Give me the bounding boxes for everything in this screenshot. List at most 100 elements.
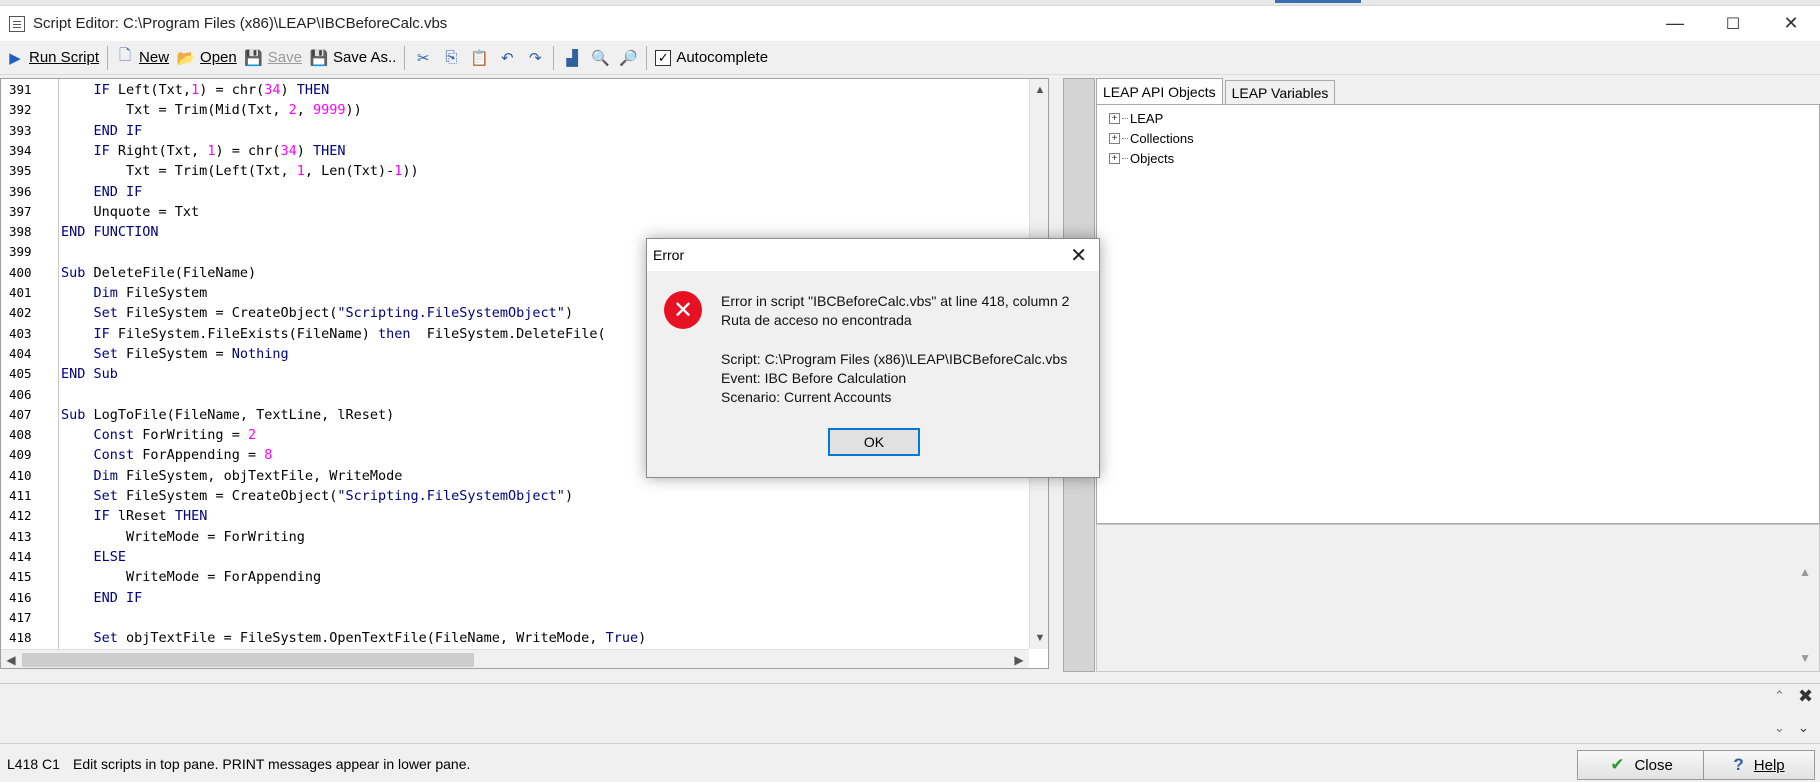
horizontal-scrollbar[interactable]: ◀ ▶	[1, 649, 1029, 668]
code-line[interactable]: ELSE	[61, 547, 127, 567]
tree-connector	[1122, 157, 1128, 159]
scroll-right-icon[interactable]: ▶	[1009, 650, 1029, 668]
replace-icon[interactable]: 🔎	[616, 46, 640, 70]
tree-connector	[1122, 137, 1128, 139]
open-folder-icon: 📂	[176, 49, 196, 67]
code-line[interactable]: Set FileSystem = CreateObject("Scripting…	[61, 486, 574, 506]
help-button[interactable]: ? Help	[1703, 750, 1815, 780]
error-message-line: Error in script "IBCBeforeCalc.vbs" at l…	[721, 293, 1070, 309]
code-line[interactable]: Set FileSystem = Nothing	[61, 344, 289, 364]
code-line[interactable]: Sub LogToFile(FileName, TextLine, lReset…	[61, 405, 394, 425]
code-line[interactable]: Const ForAppending = 8	[61, 445, 273, 465]
code-line[interactable]: IF Left(Txt,1) = chr(34) THEN	[61, 80, 330, 100]
ok-button[interactable]: OK	[828, 428, 920, 456]
run-script-button[interactable]: ▶ Run Script	[2, 44, 103, 72]
autocomplete-toggle[interactable]: ✓ Autocomplete	[651, 44, 772, 72]
find-icon[interactable]: 🔍	[588, 46, 612, 70]
save-disk-icon: 💾	[244, 49, 264, 67]
code-line[interactable]: Dim FileSystem	[61, 283, 208, 303]
code-line[interactable]: END FUNCTION	[61, 222, 159, 242]
line-number: 396	[9, 183, 32, 199]
undo-icon[interactable]: ↶	[495, 46, 519, 70]
dialog-title-bar: Error ✕	[647, 239, 1099, 271]
code-line[interactable]: IF FileSystem.FileExists(FileName) then …	[61, 324, 606, 344]
code-line[interactable]: Set objTextFile = FileSystem.OpenTextFil…	[61, 628, 647, 648]
dialog-close-icon[interactable]: ✕	[1070, 243, 1087, 268]
background-highlight	[1275, 0, 1361, 3]
help-button-label: Help	[1753, 756, 1785, 774]
save-as-disk-icon: 💾	[309, 49, 329, 67]
code-line[interactable]: Txt = Trim(Left(Txt, 1, Len(Txt)-1))	[61, 161, 419, 181]
line-number: 418	[9, 630, 32, 646]
toolbar-separator	[107, 45, 109, 70]
save-button[interactable]: 💾 Save	[241, 44, 306, 72]
paste-icon[interactable]: 📋	[467, 46, 491, 70]
cut-icon[interactable]: ✂	[411, 46, 435, 70]
scroll-down-icon[interactable]: ⌄	[1774, 720, 1785, 736]
error-message-detail: Ruta de acceso no encontrada	[721, 312, 912, 328]
line-number: 412	[9, 508, 32, 524]
line-number: 410	[9, 467, 32, 483]
minimize-button[interactable]: —	[1646, 6, 1704, 41]
line-number: 415	[9, 569, 32, 585]
collapse-icon[interactable]: ⌄	[1798, 720, 1809, 736]
expand-icon[interactable]: +	[1109, 132, 1120, 144]
code-line[interactable]: END IF	[61, 121, 143, 141]
tree-item-collections[interactable]: + Collections	[1109, 129, 1194, 147]
save-as-button[interactable]: 💾 Save As..	[306, 44, 400, 72]
code-line[interactable]: Unquote = Txt	[61, 202, 200, 222]
line-number: 398	[9, 224, 32, 240]
line-number: 411	[9, 488, 32, 503]
tab-leap-api-objects[interactable]: LEAP API Objects	[1096, 78, 1223, 104]
error-event: Event: IBC Before Calculation	[721, 370, 907, 386]
line-number: 416	[9, 589, 32, 605]
code-line[interactable]: WriteMode = ForWriting	[61, 527, 305, 547]
line-number: 404	[9, 345, 32, 361]
code-line[interactable]: END IF	[61, 182, 143, 202]
close-button[interactable]: ✔ Close	[1577, 750, 1706, 780]
chart-icon[interactable]: ▟	[560, 46, 584, 70]
save-as-label: Save As..	[332, 49, 397, 66]
code-line[interactable]: Sub DeleteFile(FileName)	[61, 263, 256, 283]
expand-icon[interactable]: +	[1109, 152, 1120, 164]
save-label: Save	[267, 49, 302, 66]
redo-icon[interactable]: ↷	[523, 46, 547, 70]
scroll-up-icon[interactable]: ⌃	[1774, 688, 1785, 704]
scroll-left-icon[interactable]: ◀	[1, 650, 21, 668]
object-browser-panel: LEAP API Objects LEAP Variables + LEAP +…	[1096, 78, 1820, 672]
open-button[interactable]: 📂 Open	[173, 44, 241, 72]
copy-icon[interactable]: ⎘	[439, 46, 463, 70]
code-line[interactable]: Const ForWriting = 2	[61, 425, 257, 445]
code-line[interactable]: IF Right(Txt, 1) = chr(34) THEN	[61, 141, 346, 161]
tree-item-leap[interactable]: + LEAP	[1109, 109, 1163, 127]
scroll-up-icon[interactable]: ▲	[1030, 81, 1048, 99]
code-line[interactable]: Set FileSystem = CreateObject("Scripting…	[61, 303, 574, 323]
new-button[interactable]: 🗋 New	[112, 44, 173, 72]
code-line[interactable]: Txt = Trim(Mid(Txt, 2, 9999))	[61, 100, 362, 120]
cursor-position: L418 C1	[7, 756, 60, 772]
code-line[interactable]: Dim FileSystem, objTextFile, WriteMode	[61, 466, 403, 486]
code-line[interactable]: IF lReset THEN	[61, 506, 208, 526]
api-object-tree: + LEAP + Collections + Objects	[1096, 104, 1820, 524]
code-line[interactable]: END IF	[61, 588, 143, 608]
tree-item-label: Collections	[1130, 130, 1194, 146]
maximize-button[interactable]: ☐	[1704, 6, 1762, 41]
scroll-down-icon[interactable]: ▼	[1799, 651, 1811, 665]
code-line[interactable]: WriteMode = ForAppending	[61, 567, 321, 587]
line-number: 409	[9, 447, 32, 463]
line-number: 403	[9, 325, 32, 341]
tools-icon[interactable]: ✖	[1798, 686, 1813, 707]
line-number: 393	[9, 122, 32, 138]
code-line[interactable]: END Sub	[61, 364, 118, 384]
scroll-down-icon[interactable]: ▼	[1030, 629, 1048, 647]
scroll-up-icon[interactable]: ▲	[1799, 565, 1811, 579]
tab-leap-variables[interactable]: LEAP Variables	[1224, 80, 1336, 104]
horizontal-scroll-thumb[interactable]	[22, 653, 474, 667]
tree-item-objects[interactable]: + Objects	[1109, 149, 1174, 167]
status-bar: L418 C1 Edit scripts in top pane. PRINT …	[0, 743, 1820, 782]
close-button-label: Close	[1634, 756, 1673, 774]
error-icon: ✕	[664, 291, 702, 329]
output-pane[interactable]: ⌃ ✖ ⌄ ⌄	[0, 683, 1820, 741]
expand-icon[interactable]: +	[1109, 112, 1120, 124]
window-close-button[interactable]: ✕	[1762, 6, 1820, 41]
